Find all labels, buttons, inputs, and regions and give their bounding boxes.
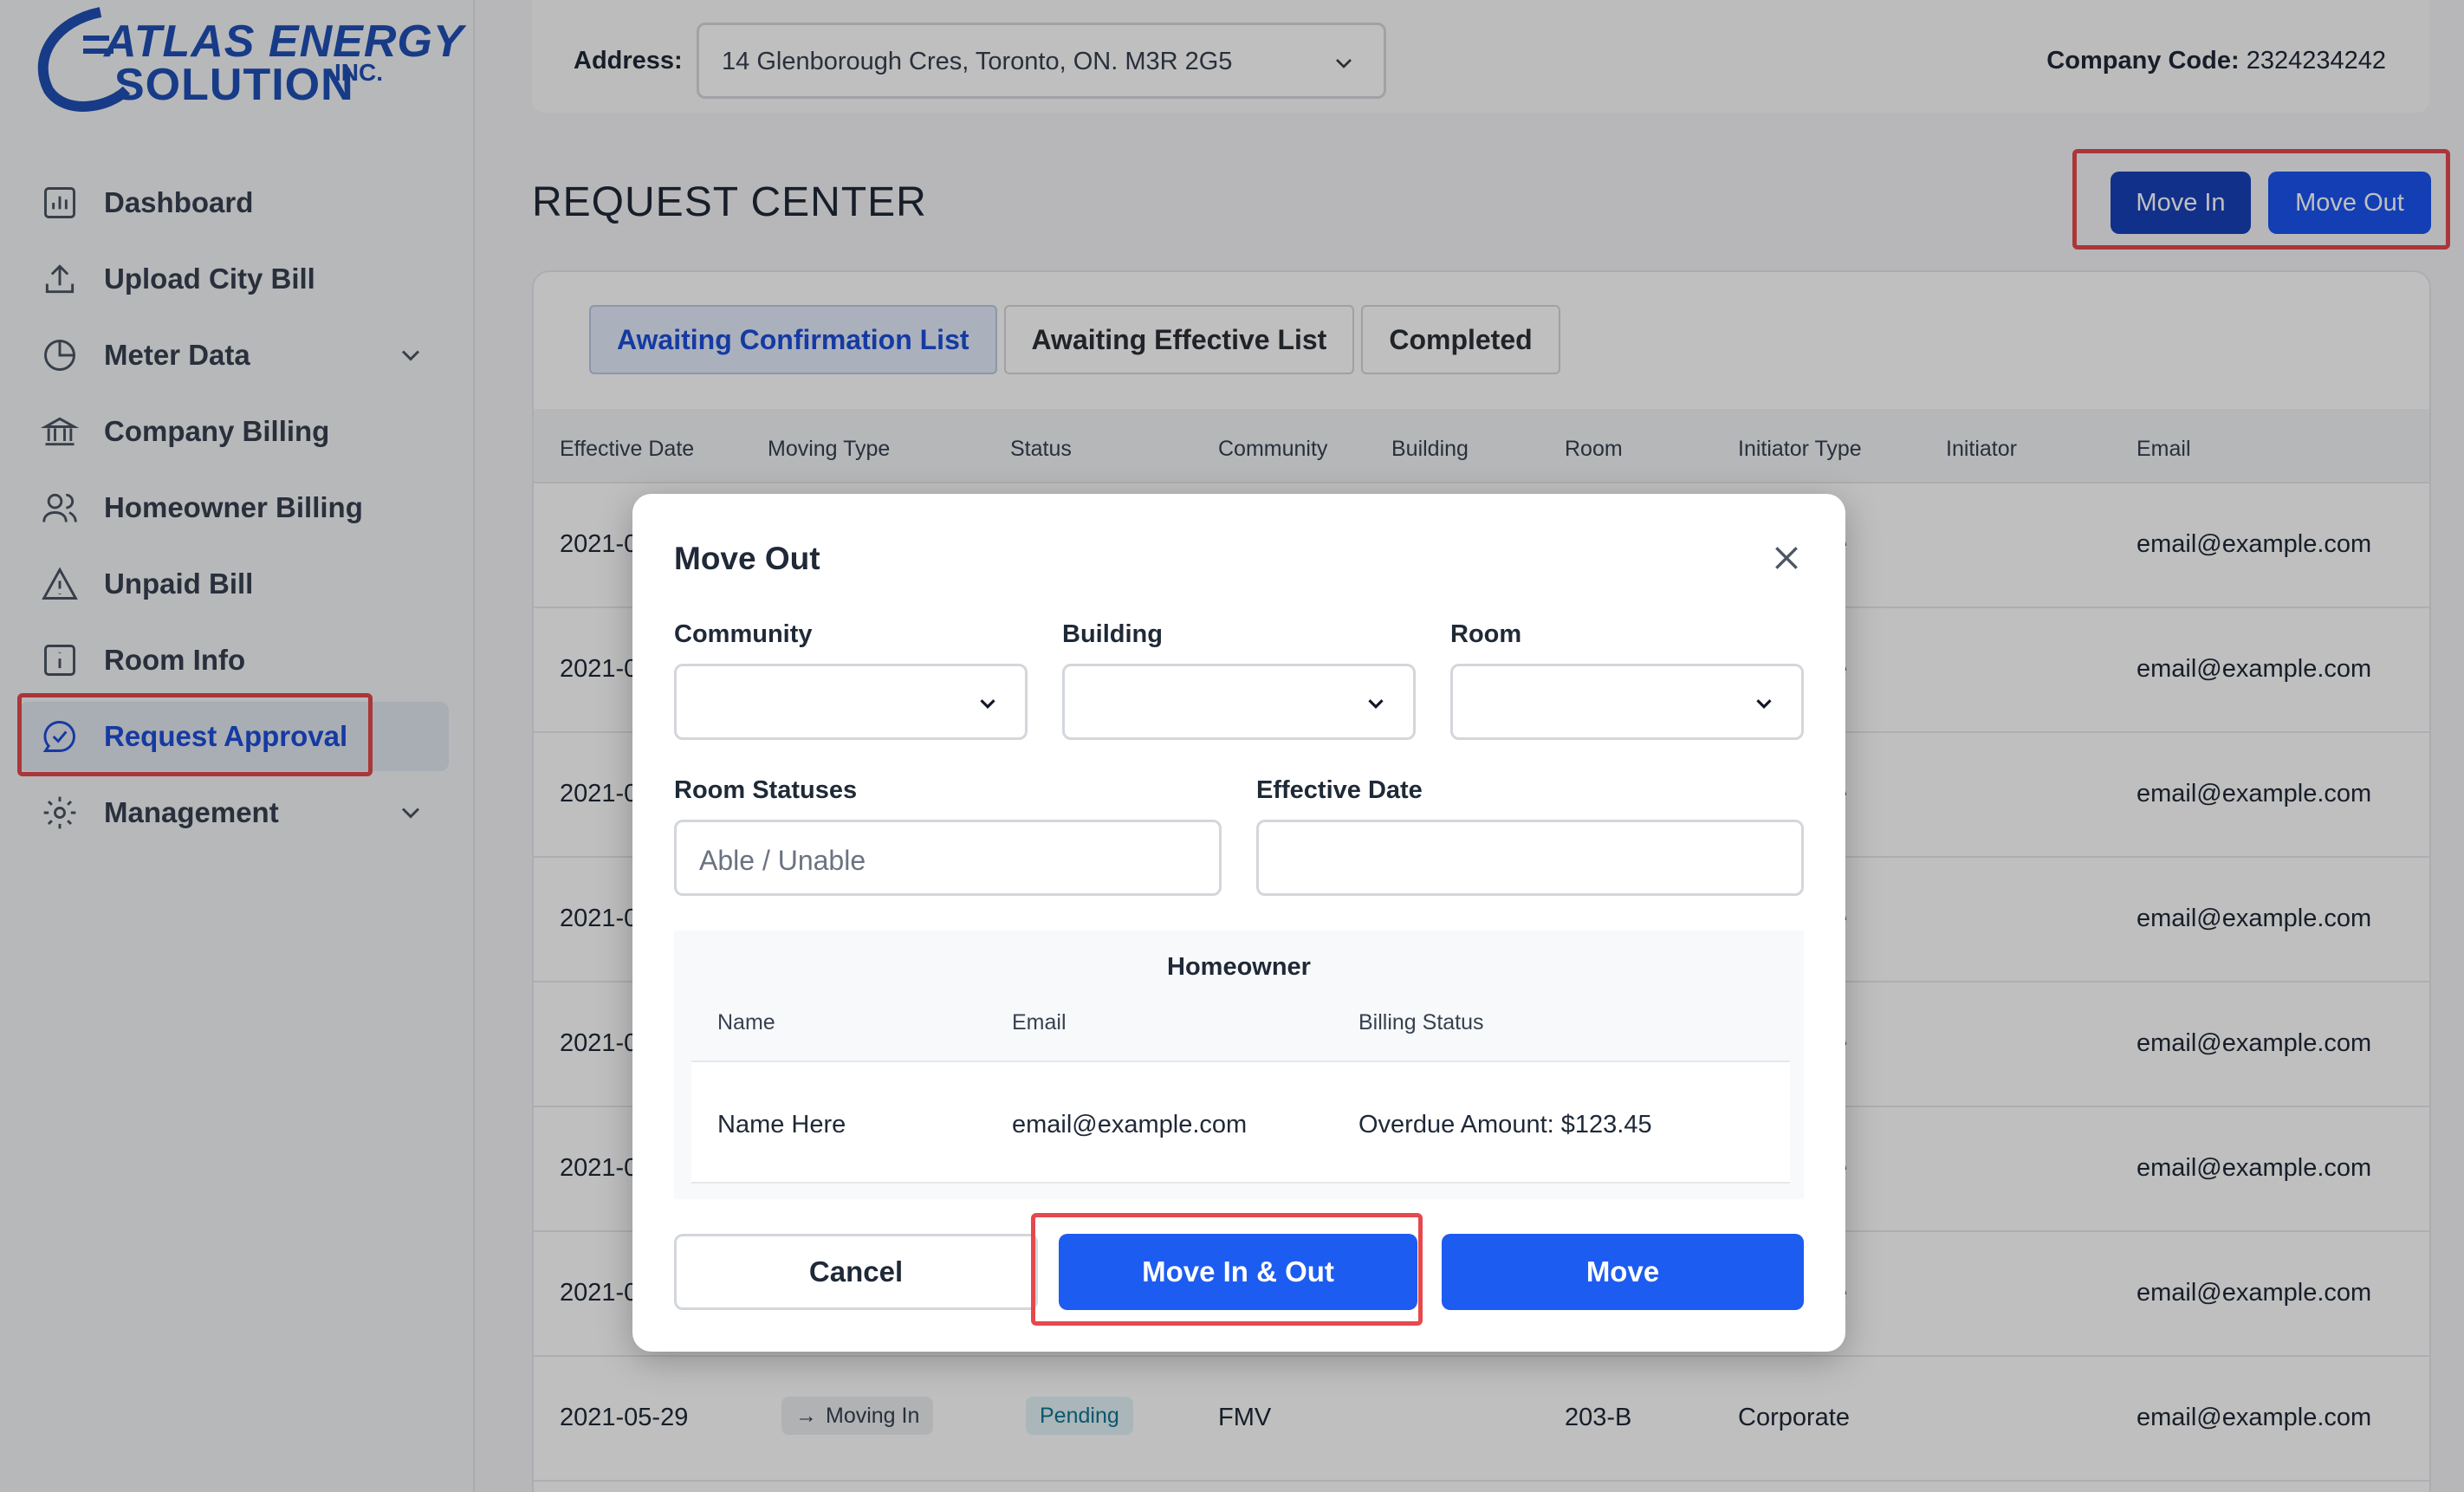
homeowner-column-header: Email	[1012, 1010, 1067, 1035]
homeowner-column-header: Name	[717, 1010, 775, 1035]
homeowner-billing-status: Overdue Amount: $123.45	[1358, 1111, 1652, 1138]
highlight-move-in-out	[1031, 1213, 1423, 1326]
community-label: Community	[674, 620, 813, 648]
effective-date-label: Effective Date	[1256, 776, 1423, 804]
homeowner-title: Homeowner	[1167, 953, 1311, 981]
cancel-button[interactable]: Cancel	[674, 1234, 1038, 1310]
room-select[interactable]	[1450, 664, 1804, 740]
community-select[interactable]	[674, 664, 1028, 740]
homeowner-section: Homeowner Name Email Billing Status Name…	[674, 931, 1804, 1199]
room-statuses-placeholder: Able / Unable	[699, 845, 866, 876]
move-button[interactable]: Move	[1442, 1234, 1804, 1310]
close-icon[interactable]	[1769, 541, 1804, 575]
building-select[interactable]	[1062, 664, 1416, 740]
homeowner-email: email@example.com	[1012, 1111, 1248, 1138]
building-label: Building	[1062, 620, 1163, 648]
room-statuses-label: Room Statuses	[674, 776, 858, 804]
chevron-down-icon	[1368, 699, 1384, 709]
homeowner-column-header: Billing Status	[1358, 1010, 1484, 1035]
move-out-modal: Move Out Community Building Room Room St…	[632, 494, 1845, 1352]
room-statuses-input[interactable]: Able / Unable	[674, 820, 1222, 896]
room-label: Room	[1450, 620, 1522, 648]
modal-title: Move Out	[674, 541, 820, 576]
chevron-down-icon	[1756, 699, 1772, 709]
effective-date-input[interactable]	[1256, 820, 1804, 896]
chevron-down-icon	[980, 699, 995, 709]
homeowner-row[interactable]: Name Here email@example.com Overdue Amou…	[691, 1061, 1790, 1184]
homeowner-name: Name Here	[717, 1111, 846, 1138]
